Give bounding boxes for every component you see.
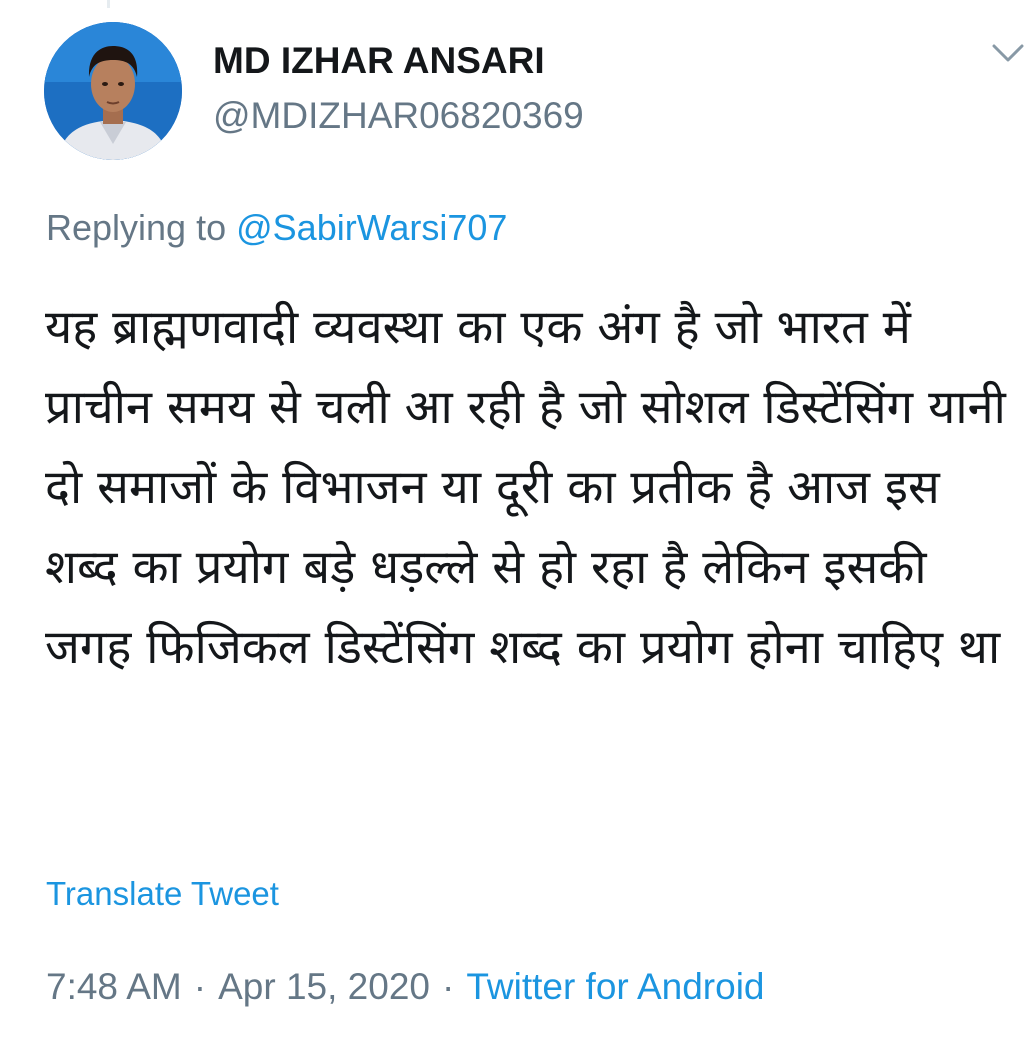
avatar[interactable] xyxy=(44,22,182,160)
thread-connector-line xyxy=(107,0,110,8)
replying-to: Replying to @SabirWarsi707 xyxy=(46,207,507,249)
reply-mention-link[interactable]: @SabirWarsi707 xyxy=(236,207,507,248)
replying-to-prefix: Replying to xyxy=(46,207,227,248)
meta-separator: · xyxy=(193,966,207,1007)
author-display-name[interactable]: MD IZHAR ANSARI xyxy=(213,40,545,82)
author-handle[interactable]: @MDIZHAR06820369 xyxy=(213,95,584,137)
chevron-down-icon[interactable] xyxy=(988,38,1028,68)
tweet-source-link[interactable]: Twitter for Android xyxy=(466,966,764,1007)
translate-tweet-link[interactable]: Translate Tweet xyxy=(46,875,279,913)
meta-separator-2: · xyxy=(441,966,455,1007)
tweet-metadata: 7:48 AM · Apr 15, 2020 · Twitter for Android xyxy=(46,966,765,1008)
avatar-photo xyxy=(44,22,182,160)
tweet-time[interactable]: 7:48 AM xyxy=(46,966,182,1007)
tweet-date[interactable]: Apr 15, 2020 xyxy=(218,966,430,1007)
tweet-text: यह ब्राह्मणवादी व्यवस्था का एक अंग है जो… xyxy=(45,300,1006,675)
